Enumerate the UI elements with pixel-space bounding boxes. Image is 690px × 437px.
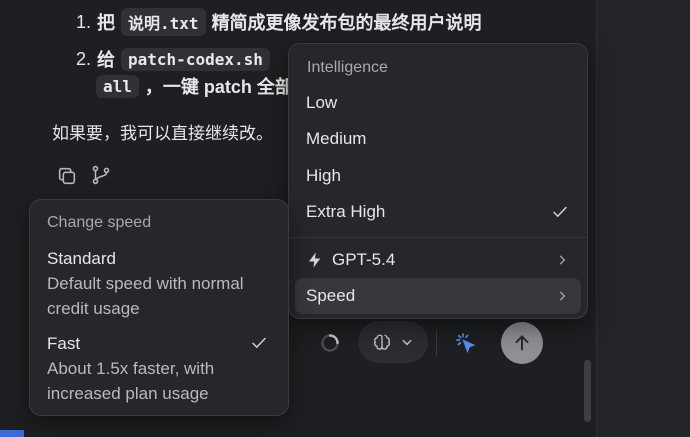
menu-item-speed[interactable]: Speed <box>295 278 581 314</box>
menu-item-high[interactable]: High <box>295 158 581 194</box>
check-icon <box>551 203 569 221</box>
menu-item-extra-high[interactable]: Extra High <box>295 194 581 230</box>
chevron-right-icon <box>555 289 569 303</box>
chevron-down-icon <box>402 339 412 346</box>
list-item: 2. 给 patch-codex.sh <box>76 46 276 72</box>
message-paragraph: 如果要，我可以直接继续改。 <box>52 124 273 143</box>
brain-icon <box>374 334 390 350</box>
side-pane <box>596 0 690 437</box>
inline-code: 说明.txt <box>121 8 206 36</box>
menu-item-low[interactable]: Low <box>295 85 581 121</box>
send-button[interactable] <box>501 322 543 364</box>
menu-item-medium[interactable]: Medium <box>295 121 581 157</box>
copy-icon[interactable] <box>56 165 78 187</box>
list-item: 1. 把 说明.txt 精简成更像发布包的最终用户说明 <box>76 8 482 36</box>
reasoning-selector[interactable] <box>358 321 428 363</box>
inline-code: patch-codex.sh <box>121 47 270 71</box>
loading-spinner-icon <box>321 334 339 352</box>
menu-header: Intelligence <box>307 59 388 76</box>
divider <box>436 330 437 356</box>
cursor-click-icon[interactable] <box>454 331 478 355</box>
menu-divider <box>289 237 587 238</box>
speed-option-standard[interactable]: Standard Default speed with normal credi… <box>47 247 274 321</box>
speed-option-fast[interactable]: Fast About 1.5x faster, with increased p… <box>47 332 274 406</box>
arrow-up-icon <box>515 335 529 351</box>
check-icon <box>250 334 268 357</box>
intelligence-menu: Intelligence Low Medium High Extra High … <box>288 43 588 319</box>
speed-menu: Change speed Standard Default speed with… <box>29 199 289 416</box>
inline-code: all <box>96 74 139 98</box>
branch-icon[interactable] <box>90 164 112 186</box>
bolt-icon <box>309 252 321 268</box>
chevron-right-icon <box>555 253 569 267</box>
list-item-continuation: all ，一键 patch 全部 <box>92 73 293 99</box>
app-window: 1. 把 说明.txt 精简成更像发布包的最终用户说明 2. 给 patch-c… <box>0 0 690 437</box>
menu-header: Change speed <box>47 214 152 231</box>
menu-item-model[interactable]: GPT-5.4 <box>295 242 581 278</box>
